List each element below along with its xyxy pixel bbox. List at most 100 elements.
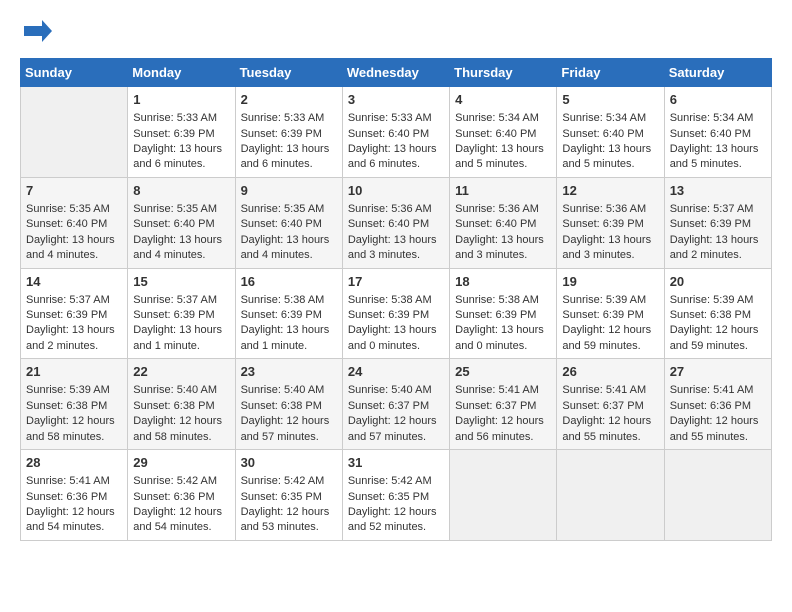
calendar-cell [21,87,128,178]
day-info-line: Daylight: 12 hours [26,414,122,429]
day-info-line: Daylight: 13 hours [455,142,551,157]
day-info-line: Daylight: 13 hours [455,233,551,248]
day-info-line: Daylight: 12 hours [455,414,551,429]
day-info-line: Sunset: 6:40 PM [455,127,551,142]
day-number: 24 [348,363,444,381]
day-info-line: Sunset: 6:40 PM [133,217,229,232]
day-info-line: and 52 minutes. [348,520,444,535]
day-info-line: and 5 minutes. [562,157,658,172]
day-info-line: Sunrise: 5:38 AM [241,293,337,308]
day-info-line: and 54 minutes. [133,520,229,535]
calendar-cell: 10Sunrise: 5:36 AMSunset: 6:40 PMDayligh… [342,177,449,268]
calendar-cell: 11Sunrise: 5:36 AMSunset: 6:40 PMDayligh… [450,177,557,268]
calendar-cell: 13Sunrise: 5:37 AMSunset: 6:39 PMDayligh… [664,177,771,268]
day-info-line: Daylight: 12 hours [670,323,766,338]
day-info-line: Sunset: 6:40 PM [670,127,766,142]
day-info-line: Sunrise: 5:41 AM [562,383,658,398]
day-number: 28 [26,454,122,472]
day-info-line: and 6 minutes. [348,157,444,172]
day-info-line: Daylight: 13 hours [562,233,658,248]
calendar-cell: 16Sunrise: 5:38 AMSunset: 6:39 PMDayligh… [235,268,342,359]
day-info-line: and 55 minutes. [562,430,658,445]
day-info-line: Daylight: 13 hours [455,323,551,338]
day-info-line: Sunrise: 5:36 AM [562,202,658,217]
day-info-line: Daylight: 12 hours [348,505,444,520]
day-number: 22 [133,363,229,381]
calendar-cell: 20Sunrise: 5:39 AMSunset: 6:38 PMDayligh… [664,268,771,359]
day-info-line: and 5 minutes. [455,157,551,172]
page-header [20,20,772,42]
day-info-line: Daylight: 13 hours [241,233,337,248]
calendar-cell [664,450,771,541]
day-info-line: Daylight: 12 hours [670,414,766,429]
day-info-line: Sunrise: 5:39 AM [562,293,658,308]
calendar-cell: 2Sunrise: 5:33 AMSunset: 6:39 PMDaylight… [235,87,342,178]
day-info-line: Sunset: 6:37 PM [348,399,444,414]
calendar-cell: 15Sunrise: 5:37 AMSunset: 6:39 PMDayligh… [128,268,235,359]
day-info-line: and 56 minutes. [455,430,551,445]
day-info-line: Sunrise: 5:39 AM [26,383,122,398]
day-info-line: Sunset: 6:38 PM [26,399,122,414]
day-info-line: Daylight: 12 hours [348,414,444,429]
day-number: 8 [133,182,229,200]
calendar-cell: 7Sunrise: 5:35 AMSunset: 6:40 PMDaylight… [21,177,128,268]
day-info-line: Sunset: 6:38 PM [133,399,229,414]
day-info-line: Daylight: 13 hours [562,142,658,157]
day-info-line: Daylight: 13 hours [241,142,337,157]
day-info-line: Sunrise: 5:40 AM [348,383,444,398]
day-number: 27 [670,363,766,381]
day-info-line: Sunrise: 5:41 AM [670,383,766,398]
day-info-line: Sunset: 6:39 PM [455,308,551,323]
day-info-line: Sunrise: 5:33 AM [348,111,444,126]
calendar-table: SundayMondayTuesdayWednesdayThursdayFrid… [20,58,772,541]
day-info-line: and 59 minutes. [562,339,658,354]
day-number: 4 [455,91,551,109]
day-number: 18 [455,273,551,291]
day-info-line: Daylight: 13 hours [670,233,766,248]
day-info-line: Daylight: 12 hours [241,505,337,520]
day-info-line: Sunrise: 5:40 AM [133,383,229,398]
day-info-line: Daylight: 13 hours [133,233,229,248]
day-info-line: Daylight: 12 hours [241,414,337,429]
day-info-line: Sunset: 6:39 PM [241,308,337,323]
day-info-line: Daylight: 13 hours [26,233,122,248]
calendar-cell: 19Sunrise: 5:39 AMSunset: 6:39 PMDayligh… [557,268,664,359]
day-info-line: Daylight: 12 hours [133,505,229,520]
day-number: 23 [241,363,337,381]
day-info-line: and 6 minutes. [133,157,229,172]
calendar-cell: 24 Sunrise: 5:40 AMSunset: 6:37 PMDayligh… [342,359,449,450]
day-number: 13 [670,182,766,200]
day-info-line: and 6 minutes. [241,157,337,172]
day-info-line: Sunrise: 5:38 AM [455,293,551,308]
day-info-line: Sunset: 6:37 PM [562,399,658,414]
day-number: 17 [348,273,444,291]
column-header-monday: Monday [128,59,235,87]
column-header-saturday: Saturday [664,59,771,87]
day-info-line: Sunset: 6:39 PM [562,217,658,232]
logo [20,20,52,42]
day-number: 14 [26,273,122,291]
column-header-thursday: Thursday [450,59,557,87]
day-info-line: Sunset: 6:39 PM [26,308,122,323]
day-info-line: Sunrise: 5:37 AM [133,293,229,308]
day-info-line: Sunrise: 5:33 AM [241,111,337,126]
day-info-line: and 4 minutes. [241,248,337,263]
calendar-week-4: 21Sunrise: 5:39 AMSunset: 6:38 PMDayligh… [21,359,772,450]
day-info-line: and 3 minutes. [455,248,551,263]
day-info-line: Sunset: 6:40 PM [348,127,444,142]
calendar-cell: 27Sunrise: 5:41 AMSunset: 6:36 PMDayligh… [664,359,771,450]
day-number: 21 [26,363,122,381]
day-info-line: Sunrise: 5:36 AM [348,202,444,217]
calendar-cell: 18 Sunrise: 5:38 AMSunset: 6:39 PMDayligh… [450,268,557,359]
day-info-line: Sunrise: 5:34 AM [455,111,551,126]
day-number: 15 [133,273,229,291]
day-info-line: Sunrise: 5:42 AM [348,474,444,489]
day-info-line: Sunset: 6:37 PM [455,399,551,414]
day-info-line: and 57 minutes. [241,430,337,445]
day-info-line: and 2 minutes. [26,339,122,354]
calendar-week-1: 1Sunrise: 5:33 AMSunset: 6:39 PMDaylight… [21,87,772,178]
calendar-cell: 3Sunrise: 5:33 AMSunset: 6:40 PMDaylight… [342,87,449,178]
day-info-line: Sunset: 6:40 PM [241,217,337,232]
day-info-line: and 59 minutes. [670,339,766,354]
day-info-line: Sunset: 6:39 PM [348,308,444,323]
